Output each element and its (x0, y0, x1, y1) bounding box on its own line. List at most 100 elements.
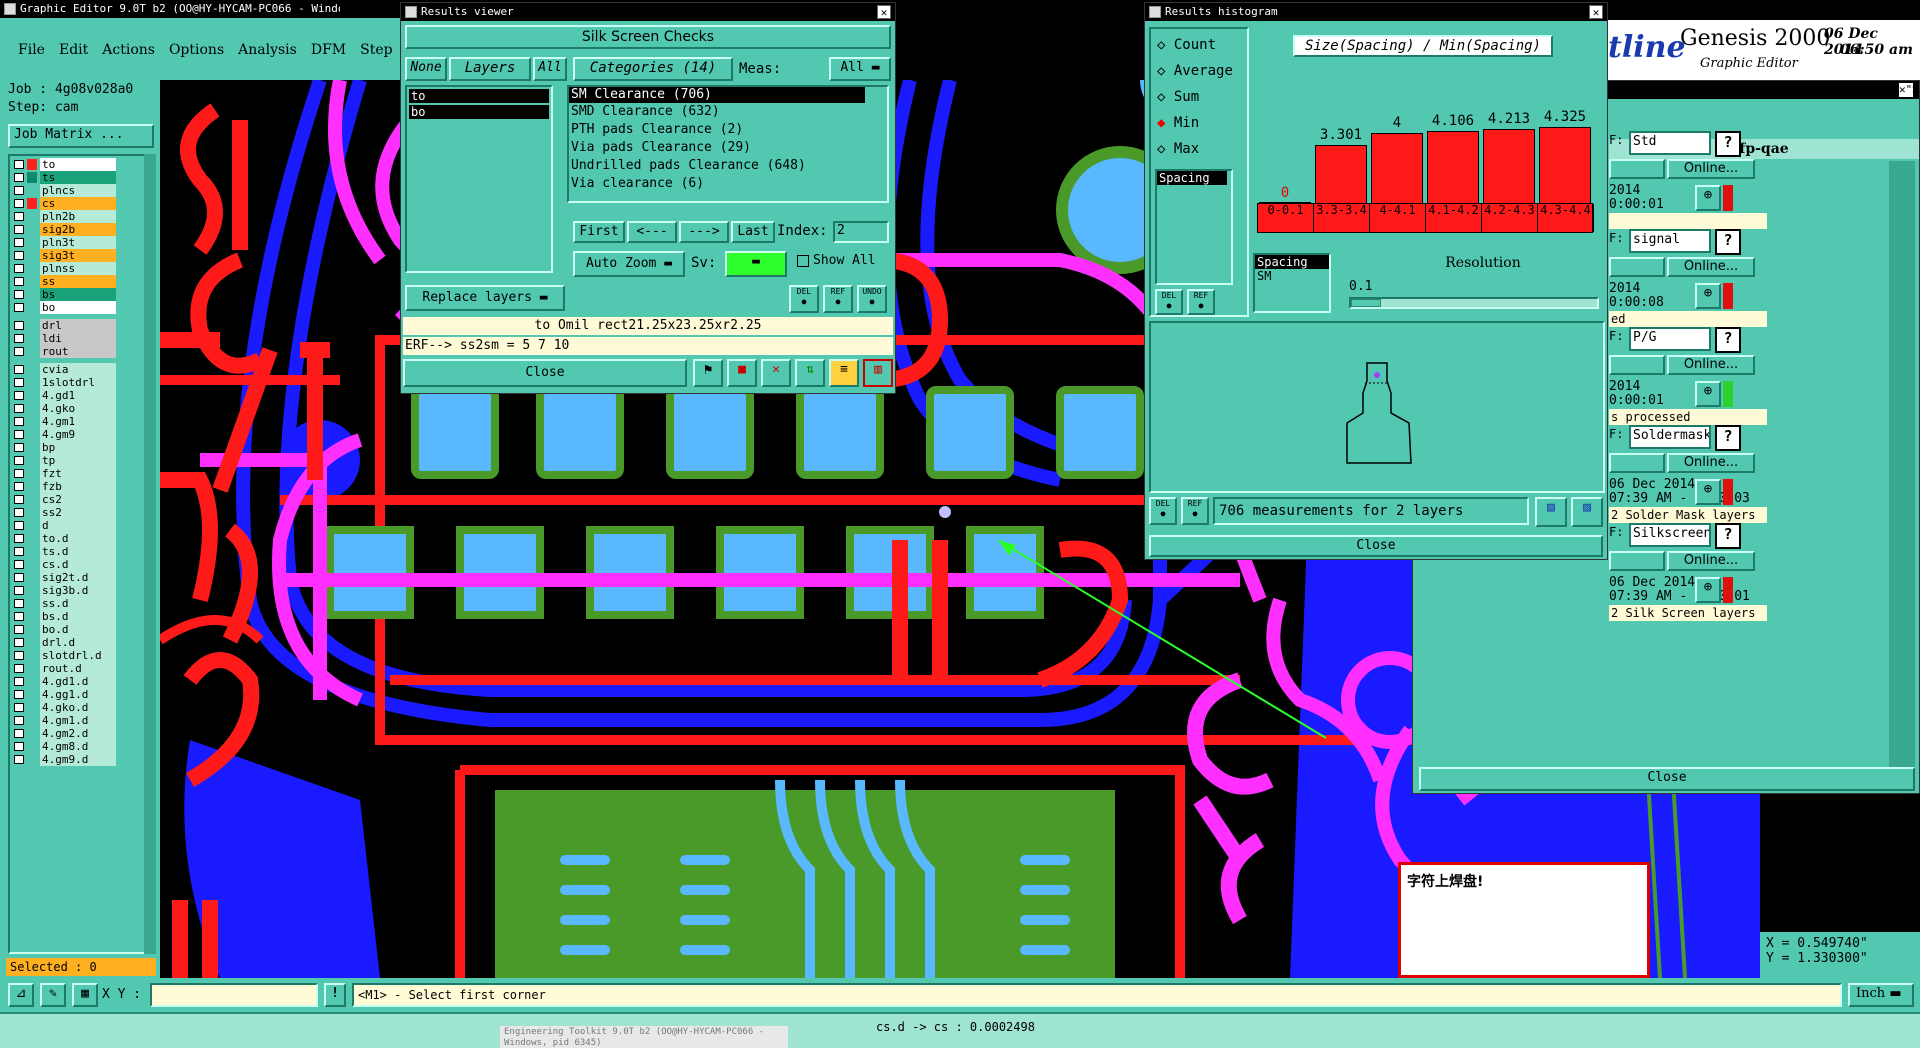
layer-row[interactable]: to.d (12, 532, 146, 545)
layer-result-item[interactable]: bo (409, 105, 549, 119)
close-icon[interactable]: ✕ (877, 5, 891, 19)
show-all-checkbox[interactable] (797, 255, 809, 267)
layer-row[interactable]: 4.gm1 (12, 415, 146, 428)
delete-icon[interactable]: DEL ● (1149, 497, 1177, 525)
layer-row[interactable]: 4.gg1.d (12, 688, 146, 701)
layer-color-swatch[interactable] (27, 520, 37, 531)
layer-name[interactable]: fzb (40, 480, 116, 493)
layer-checkbox[interactable] (14, 417, 24, 426)
layer-row[interactable]: 4.gm2.d (12, 727, 146, 740)
zoom-icon[interactable]: ⊕ (1695, 577, 1721, 603)
cross-icon[interactable]: ✕ (761, 359, 791, 387)
layer-color-swatch[interactable] (27, 403, 37, 414)
layer-checkbox[interactable] (14, 199, 24, 208)
layer-checkbox[interactable] (14, 456, 24, 465)
layer-checkbox[interactable] (14, 186, 24, 195)
layer-row[interactable]: sig3t (12, 249, 146, 262)
layer-name[interactable]: 4.gm8.d (40, 740, 116, 753)
help-icon[interactable]: ? (1715, 327, 1741, 353)
layer-name[interactable]: 4.gm9.d (40, 753, 116, 766)
layer-row[interactable]: slotdrl.d (12, 649, 146, 662)
close-icon[interactable]: ✕ (1589, 5, 1603, 19)
layer-checkbox[interactable] (14, 729, 24, 738)
layer-name[interactable]: rout (40, 345, 116, 358)
layer-row[interactable]: 4.gko.d (12, 701, 146, 714)
layer-name[interactable]: 1slotdrl (40, 376, 116, 389)
layer-row[interactable]: ts (12, 171, 146, 184)
layer-name[interactable]: cs2 (40, 493, 116, 506)
layer-row[interactable]: rout (12, 345, 146, 358)
layer-row[interactable]: fzb (12, 480, 146, 493)
layer-checkbox[interactable] (14, 303, 24, 312)
online-button[interactable]: Online... (1667, 355, 1755, 375)
layer-name[interactable]: ts.d (40, 545, 116, 558)
layer-color-swatch[interactable] (27, 611, 37, 622)
layer-row[interactable]: drl.d (12, 636, 146, 649)
layer-name[interactable]: bs (40, 288, 116, 301)
layer-color-swatch[interactable] (27, 559, 37, 570)
layer-checkbox[interactable] (14, 651, 24, 660)
layer-row[interactable]: 4.gm9.d (12, 753, 146, 766)
meas-select[interactable]: All ▬ (829, 57, 891, 81)
alert-icon[interactable]: ! (324, 983, 346, 1007)
histogram-icon[interactable]: ▥ (863, 359, 893, 387)
refresh-icon[interactable]: REF ● (1187, 289, 1215, 315)
layer-name[interactable]: 4.gko (40, 402, 116, 415)
layer-color-swatch[interactable] (27, 237, 37, 248)
layer-name[interactable]: 4.gko.d (40, 701, 116, 714)
layer-checkbox[interactable] (14, 430, 24, 439)
layer-name[interactable]: sig3t (40, 249, 116, 262)
layer-color-swatch[interactable] (27, 676, 37, 687)
layer-color-swatch[interactable] (27, 390, 37, 401)
online-button[interactable]: Online... (1667, 257, 1755, 277)
layer-color-swatch[interactable] (27, 224, 37, 235)
menu-file[interactable]: File (18, 42, 45, 58)
layer-color-swatch[interactable] (27, 702, 37, 713)
check-filter-field[interactable]: signal (Mi (1629, 229, 1711, 253)
layer-row[interactable]: d (12, 519, 146, 532)
layer-row[interactable]: rout.d (12, 662, 146, 675)
grid-icon[interactable]: ▦ (72, 983, 98, 1007)
layer-row[interactable]: 4.gko (12, 402, 146, 415)
layer-checkbox[interactable] (14, 404, 24, 413)
layer-checkbox[interactable] (14, 560, 24, 569)
layer-checkbox[interactable] (14, 212, 24, 221)
help-icon[interactable]: ? (1715, 523, 1741, 549)
layer-color-swatch[interactable] (27, 320, 37, 331)
layer-color-swatch[interactable] (27, 198, 37, 209)
layer-name[interactable]: cs (40, 197, 116, 210)
histogram-bar[interactable] (1371, 132, 1423, 203)
compare-icon[interactable]: ⇅ (795, 359, 825, 387)
close-icon[interactable]: ✕">✕ (1899, 83, 1920, 97)
layer-checkbox[interactable] (14, 391, 24, 400)
record-icon[interactable]: ■ (727, 359, 757, 387)
layer-name[interactable]: drl (40, 319, 116, 332)
zoom-icon[interactable]: ⊕ (1695, 283, 1721, 309)
spacing-item[interactable]: Spacing (1255, 255, 1329, 269)
layer-row[interactable]: 4.gd1.d (12, 675, 146, 688)
menu-analysis[interactable]: Analysis (238, 42, 297, 58)
menu-step[interactable]: Step (360, 42, 392, 58)
layer-checkbox[interactable] (14, 469, 24, 478)
histogram-bar[interactable] (1315, 144, 1367, 203)
layer-checkbox[interactable] (14, 277, 24, 286)
layer-row[interactable]: ss (12, 275, 146, 288)
layer-color-swatch[interactable] (27, 276, 37, 287)
layer-row[interactable]: fzt (12, 467, 146, 480)
option-average[interactable]: ◇ Average (1157, 63, 1233, 79)
check-filter-field[interactable]: Soldermask (1629, 425, 1711, 449)
category-item[interactable]: SM Clearance (706) (569, 87, 865, 103)
all-button[interactable]: All (533, 57, 567, 81)
online-button[interactable]: Online... (1667, 159, 1755, 179)
job-matrix-button[interactable]: Job Matrix ... (8, 124, 154, 148)
layer-checkbox[interactable] (14, 251, 24, 260)
delete-icon[interactable]: DEL ● (789, 285, 819, 313)
layer-color-swatch[interactable] (27, 302, 37, 313)
layer-color-swatch[interactable] (27, 741, 37, 752)
sm-item[interactable]: SM (1255, 269, 1329, 283)
layer-checkbox[interactable] (14, 638, 24, 647)
layer-color-swatch[interactable] (27, 211, 37, 222)
layer-name[interactable]: rout.d (40, 662, 116, 675)
layer-name[interactable]: tp (40, 454, 116, 467)
layer-checkbox[interactable] (14, 742, 24, 751)
